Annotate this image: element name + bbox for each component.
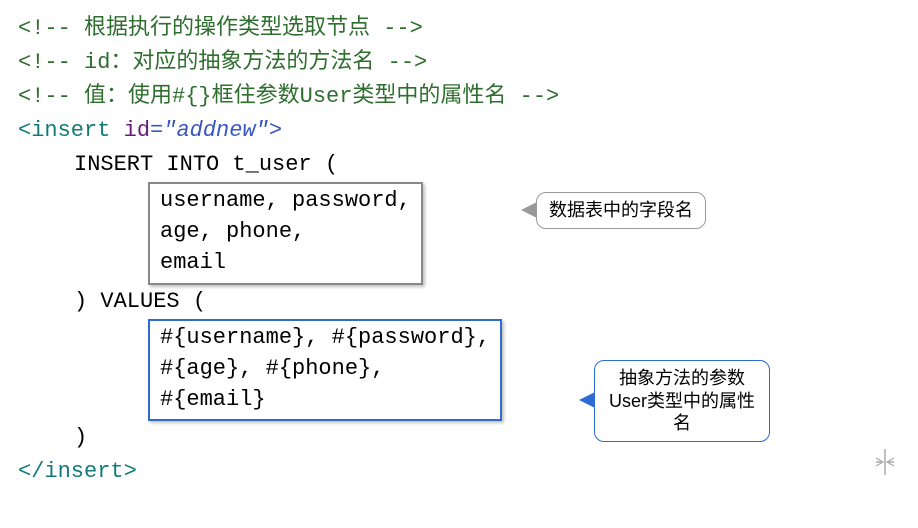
xml-comment-line-1: <!-- 根据执行的操作类型选取节点 --> (18, 12, 900, 46)
comment-close: --> (383, 16, 423, 41)
tag-close-open-bracket: </ (18, 459, 44, 484)
attr-name-id: id (124, 118, 150, 143)
sql-close-paren: ) (74, 421, 900, 455)
tag-close-bracket: > (124, 459, 137, 484)
insert-open-tag-line: <insert id="addnew"> (18, 114, 900, 148)
comment-2-text: id：对应的抽象方法的方法名 (71, 50, 388, 75)
xml-comment-line-3: <!-- 值：使用#{}框住参数User类型中的属性名 --> (18, 80, 900, 114)
attr-eq-open: =" (150, 118, 176, 143)
annotation-columns: 数据表中的字段名 (536, 192, 706, 229)
tag-open-bracket: < (18, 118, 31, 143)
comment-open: <!-- (18, 84, 71, 109)
comment-3-text: 值：使用#{}框住参数User类型中的属性名 (71, 84, 520, 109)
attr-close-gt: "> (256, 118, 282, 143)
values-box: #{username}, #{password}, #{age}, #{phon… (148, 319, 502, 421)
comment-open: <!-- (18, 50, 71, 75)
tag-name-insert: insert (31, 118, 110, 143)
attr-value-addnew: addnew (176, 118, 255, 143)
comment-open: <!-- (18, 16, 71, 41)
comment-1-text: 根据执行的操作类型选取节点 (71, 16, 383, 41)
tag-name-insert-close: insert (44, 459, 123, 484)
annotation-columns-text: 数据表中的字段名 (549, 200, 693, 220)
sql-values-line: ) VALUES ( (74, 285, 900, 319)
xml-comment-line-2: <!-- id：对应的抽象方法的方法名 --> (18, 46, 900, 80)
annotation-values: 抽象方法的参数User类型中的属性名 (594, 360, 770, 442)
sql-insert-line: INSERT INTO t_user ( (74, 148, 900, 182)
comment-close: --> (388, 50, 428, 75)
columns-box: username, password, age, phone, email (148, 182, 423, 284)
comment-close: --> (520, 84, 560, 109)
annotation-values-text: 抽象方法的参数User类型中的属性名 (609, 368, 755, 433)
insert-close-tag-line: </insert> (18, 455, 900, 489)
